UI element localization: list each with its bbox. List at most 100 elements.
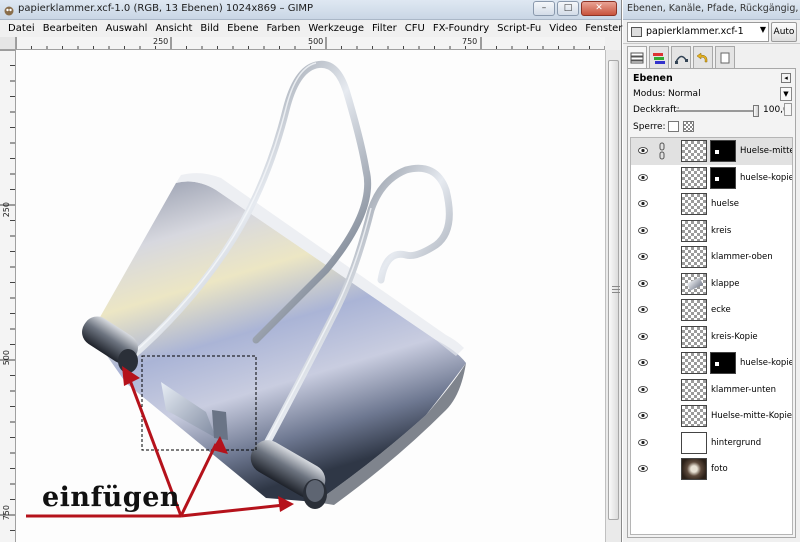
layer-thumbnail[interactable] <box>681 219 707 242</box>
layer-name[interactable]: hintergrund <box>711 438 761 448</box>
ruler-top[interactable]: 250 500 750 <box>16 37 605 50</box>
layer-mask-thumbnail[interactable] <box>710 352 736 374</box>
tab-paths[interactable] <box>671 46 691 68</box>
menu-werkzeuge[interactable]: Werkzeuge <box>304 23 368 34</box>
menu-script-fu[interactable]: Script-Fu <box>493 23 545 34</box>
mode-select[interactable]: Normal <box>668 89 701 99</box>
layer-thumbnail[interactable] <box>681 325 707 348</box>
layer-row[interactable]: klappe <box>631 271 792 298</box>
menu-datei[interactable]: Datei <box>4 23 39 34</box>
document-icon <box>720 52 730 63</box>
menu-ebene[interactable]: Ebene <box>223 23 262 34</box>
layer-thumbnail[interactable] <box>681 193 707 215</box>
layer-name[interactable]: klammer-oben <box>711 252 773 262</box>
layer-thumbnail[interactable] <box>681 272 707 295</box>
eye-icon[interactable] <box>638 147 648 154</box>
opacity-spinner[interactable] <box>784 103 792 116</box>
eye-icon[interactable] <box>638 465 648 472</box>
menu-cfu[interactable]: CFU <box>401 23 429 34</box>
tab-layers[interactable] <box>627 46 647 69</box>
eye-icon[interactable] <box>638 226 648 234</box>
auto-button[interactable]: Auto <box>771 22 797 42</box>
menu-auswahl[interactable]: Auswahl <box>102 23 152 34</box>
lock-pixels-checkbox[interactable] <box>668 121 679 132</box>
title-bar: papierklammer.xcf-1.0 (RGB, 13 Ebenen) 1… <box>0 0 621 20</box>
panel-menu-icon[interactable]: ◂ <box>781 73 791 83</box>
opacity-slider[interactable] <box>676 105 759 117</box>
layer-thumbnail[interactable] <box>681 352 707 374</box>
layer-name[interactable]: kreis-Kopie <box>711 332 758 342</box>
layer-thumbnail[interactable] <box>681 431 707 454</box>
close-button[interactable]: ✕ <box>581 1 617 16</box>
menu-ansicht[interactable]: Ansicht <box>151 23 196 34</box>
layer-thumbnail[interactable] <box>681 405 707 427</box>
eye-icon[interactable] <box>638 385 648 393</box>
layer-row[interactable]: huelse <box>631 191 792 218</box>
layer-row[interactable]: hintergrund <box>631 430 792 457</box>
tab-document[interactable] <box>715 46 735 68</box>
layer-thumbnail[interactable] <box>681 166 707 189</box>
menu-filter[interactable]: Filter <box>368 23 401 34</box>
eye-icon[interactable] <box>638 173 648 181</box>
image-canvas[interactable]: einfügen <box>16 50 606 542</box>
mode-dropdown-icon[interactable]: ▼ <box>780 87 792 101</box>
link-icon[interactable] <box>657 141 667 161</box>
layer-name[interactable]: foto <box>711 464 728 474</box>
layer-thumbnail[interactable] <box>681 140 707 162</box>
layer-row[interactable]: huelse-kopie <box>631 350 792 377</box>
menu-farben[interactable]: Farben <box>262 23 304 34</box>
eye-icon[interactable] <box>638 253 648 260</box>
eye-icon[interactable] <box>638 306 648 313</box>
layer-mask-thumbnail[interactable] <box>710 140 736 162</box>
image-thumb-icon <box>631 27 642 37</box>
layer-row[interactable]: Huelse-mitte-Kopie <box>631 403 792 430</box>
vertical-scrollbar[interactable] <box>605 50 621 542</box>
eye-icon[interactable] <box>638 359 648 366</box>
eye-icon[interactable] <box>638 438 648 446</box>
lock-alpha-checkbox[interactable] <box>683 121 694 132</box>
layer-name[interactable]: Huelse-mitte <box>740 146 792 156</box>
ruler-corner[interactable] <box>0 37 16 50</box>
layer-row[interactable]: huelse-kopie <box>631 165 792 192</box>
layer-thumbnail[interactable] <box>681 458 707 480</box>
layer-list[interactable]: Huelse-mitte huelse-kopie huelse kreis klamm… <box>630 137 793 535</box>
layer-name[interactable]: huelse <box>711 199 739 209</box>
ruler-left[interactable]: 250 500 750 <box>0 50 16 542</box>
layer-name[interactable]: klappe <box>711 279 740 289</box>
menu-video[interactable]: Video <box>545 23 581 34</box>
layer-name[interactable]: kreis <box>711 226 731 236</box>
menu-bild[interactable]: Bild <box>196 23 223 34</box>
tab-undo[interactable] <box>693 46 713 68</box>
menu-fx-foundry[interactable]: FX-Foundry <box>429 23 493 34</box>
layer-row[interactable]: ecke <box>631 297 792 324</box>
menu-fenster[interactable]: Fenster <box>581 23 626 34</box>
layer-name[interactable]: ecke <box>711 305 731 315</box>
layer-thumbnail[interactable] <box>681 378 707 401</box>
layer-row[interactable]: klammer-unten <box>631 377 792 404</box>
layers-icon <box>630 52 644 64</box>
gimp-app-icon <box>4 6 14 16</box>
layer-row[interactable]: Huelse-mitte <box>631 138 792 165</box>
layer-row[interactable]: klammer-oben <box>631 244 792 271</box>
layer-name[interactable]: klammer-unten <box>711 385 776 395</box>
eye-icon[interactable] <box>638 412 648 419</box>
layer-name[interactable]: huelse-kopie <box>740 173 792 183</box>
scrollbar-thumb[interactable] <box>608 60 620 520</box>
layer-mask-thumbnail[interactable] <box>710 166 736 189</box>
menu-bearbeiten[interactable]: Bearbeiten <box>39 23 102 34</box>
layer-name[interactable]: huelse-kopie <box>740 358 792 368</box>
tab-channels[interactable] <box>649 46 669 68</box>
layer-row[interactable]: kreis <box>631 218 792 245</box>
maximize-button[interactable]: □ <box>557 1 579 16</box>
layer-thumbnail[interactable] <box>681 299 707 321</box>
layer-thumbnail[interactable] <box>681 246 707 268</box>
eye-icon[interactable] <box>638 279 648 287</box>
layer-name[interactable]: Huelse-mitte-Kopie <box>711 411 792 421</box>
layer-row[interactable]: kreis-Kopie <box>631 324 792 351</box>
eye-icon[interactable] <box>638 200 648 207</box>
opacity-slider-handle[interactable] <box>753 105 759 117</box>
minimize-button[interactable]: – <box>533 1 555 16</box>
image-selector-dropdown[interactable]: papierklammer.xcf-1 ▼ <box>627 22 769 42</box>
layer-row[interactable]: foto <box>631 456 792 483</box>
eye-icon[interactable] <box>638 332 648 340</box>
